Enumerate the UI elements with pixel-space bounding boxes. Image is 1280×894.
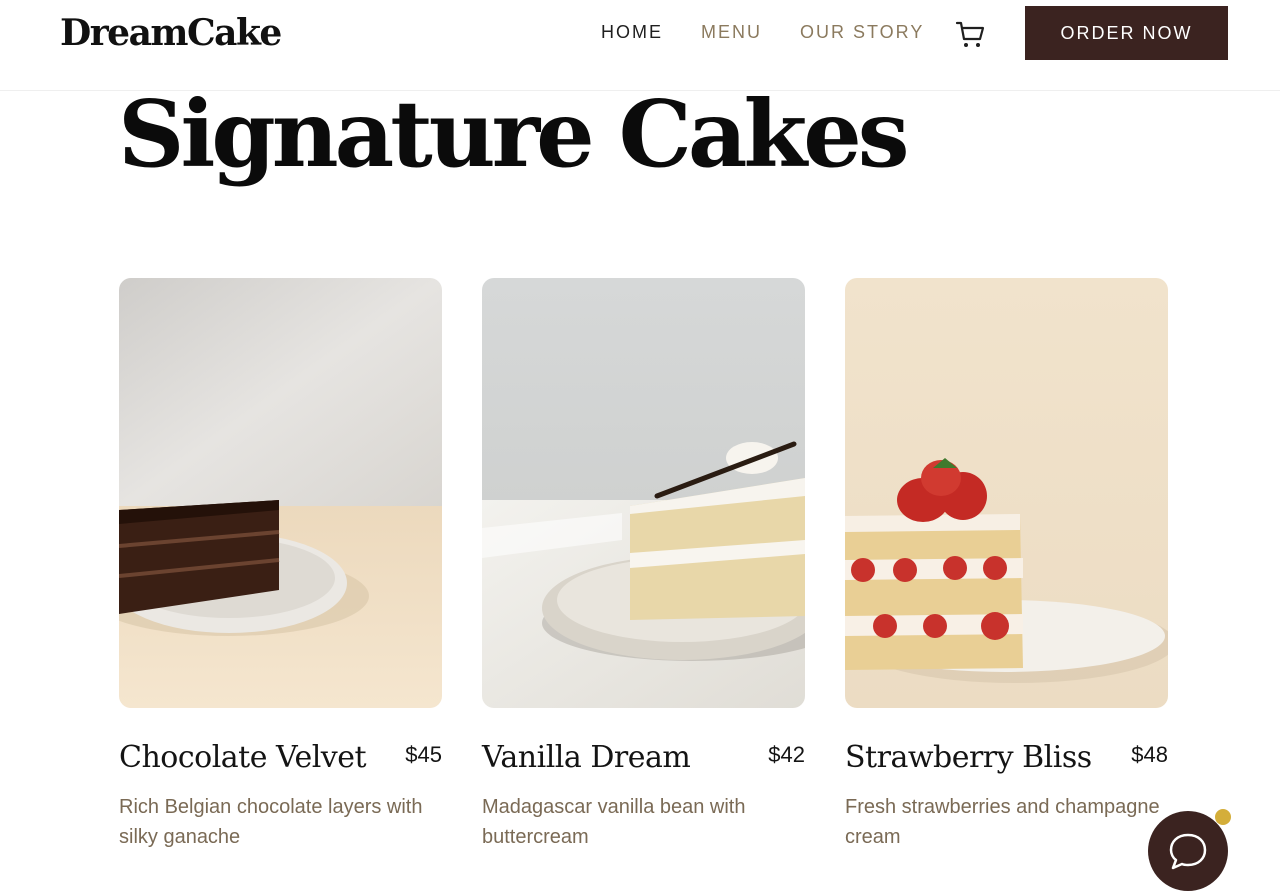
cake-price: $48 bbox=[1131, 742, 1168, 767]
nav-menu[interactable]: MENU bbox=[701, 22, 762, 43]
cake-price: $42 bbox=[768, 742, 805, 767]
cake-name: Chocolate Velvet bbox=[119, 740, 367, 775]
order-now-button[interactable]: ORDER NOW bbox=[1025, 6, 1228, 60]
cake-image-chocolate[interactable] bbox=[119, 278, 442, 708]
cake-description: Madagascar vanilla bean with buttercream bbox=[482, 796, 746, 848]
brand-logo[interactable]: DreamCake bbox=[60, 12, 282, 54]
cake-image-vanilla[interactable] bbox=[482, 278, 805, 708]
cake-description: Fresh strawberries and champagne cream bbox=[845, 796, 1160, 848]
cake-price: $45 bbox=[405, 742, 442, 767]
cake-name: Strawberry Bliss bbox=[845, 740, 1092, 775]
nav-home[interactable]: HOME bbox=[601, 22, 663, 43]
notification-dot bbox=[1215, 809, 1231, 825]
site-header: DreamCake HOME MENU OUR STORY ORDER NOW bbox=[0, 0, 1280, 91]
page-title: Signature Cakes bbox=[118, 80, 910, 188]
cake-name: Vanilla Dream bbox=[482, 740, 691, 775]
chat-bubble-icon bbox=[1169, 833, 1207, 870]
nav-our-story[interactable]: OUR STORY bbox=[800, 22, 924, 43]
cake-description: Rich Belgian chocolate layers with silky… bbox=[119, 796, 423, 848]
cake-image-strawberry[interactable] bbox=[845, 278, 1168, 708]
chat-button[interactable] bbox=[1148, 811, 1228, 891]
cart-icon[interactable] bbox=[954, 18, 986, 50]
